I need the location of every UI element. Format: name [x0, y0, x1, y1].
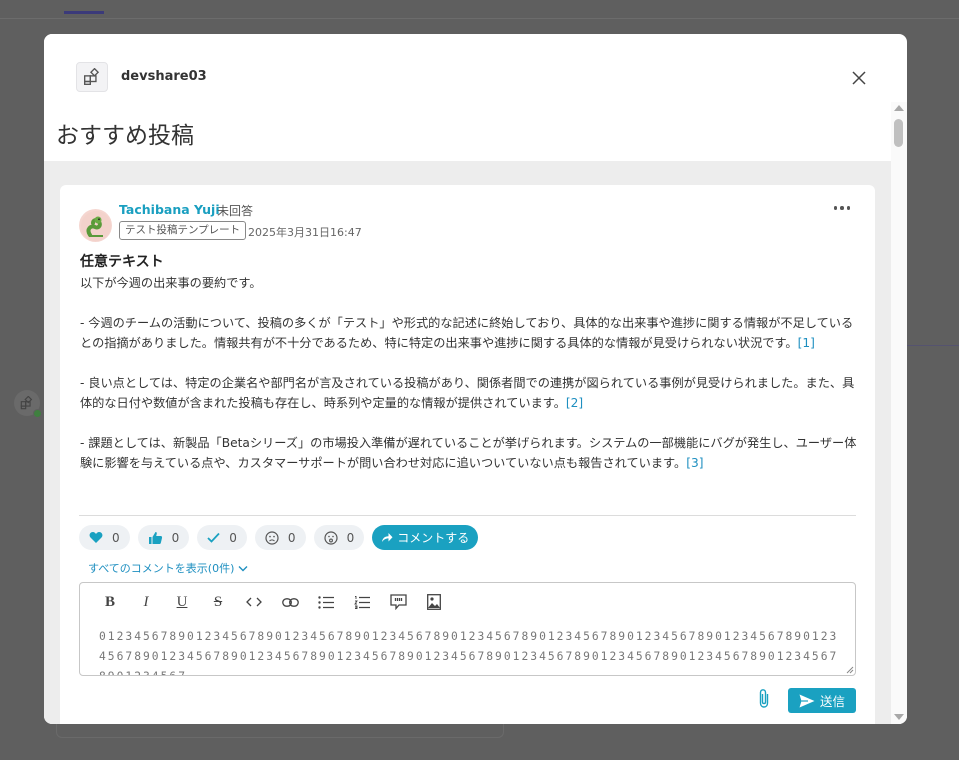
background-divider — [0, 18, 959, 19]
surprised-face-icon — [323, 530, 338, 545]
bold-button[interactable]: B — [92, 593, 128, 611]
show-comments-label: すべてのコメントを表示(0件) — [88, 562, 235, 575]
reply-arrow-icon — [382, 533, 393, 542]
chevron-down-icon — [238, 565, 248, 571]
send-button[interactable]: 送信 — [788, 688, 856, 713]
modal-header: devshare03 おすすめ投稿 — [44, 34, 891, 161]
close-icon — [852, 71, 866, 85]
underline-icon: U — [176, 593, 188, 610]
reaction-like-button[interactable]: 0 — [137, 525, 190, 550]
citation-link[interactable]: [2] — [566, 396, 583, 410]
reaction-heart-button[interactable]: 0 — [79, 525, 130, 550]
post-body: 任意テキスト 以下が今週の出来事の要約です。 - 今週のチームの活動について、投… — [80, 252, 860, 473]
image-button[interactable] — [416, 593, 452, 611]
more-icon-dot — [840, 206, 844, 210]
code-icon — [246, 597, 262, 607]
thumbs-up-icon — [148, 531, 162, 544]
strikethrough-icon: S — [213, 593, 223, 610]
scroll-up-arrow-icon[interactable] — [894, 105, 904, 111]
post-divider — [79, 515, 856, 516]
quote-button[interactable] — [380, 593, 416, 611]
workspace-icon — [76, 62, 108, 92]
post-card: Tachibana Yuji 未回答 テスト投稿テンプレート 2025年3月31… — [60, 185, 875, 724]
post-status: 未回答 — [217, 204, 254, 218]
reaction-sad-button[interactable]: 0 — [254, 525, 306, 550]
comment-editor: B I U S 01234567890123456789012345678901… — [79, 582, 856, 676]
bullet-list-icon — [317, 595, 334, 609]
send-icon — [799, 694, 815, 707]
more-icon-dot — [846, 206, 851, 210]
italic-button[interactable]: I — [128, 593, 164, 611]
post-timestamp: 2025年3月31日16:47 — [248, 226, 362, 239]
more-options-button[interactable] — [832, 201, 852, 215]
quote-icon — [389, 594, 407, 610]
show-all-comments-link[interactable]: すべてのコメントを表示(0件) — [88, 560, 248, 576]
heart-icon — [89, 532, 103, 543]
post-heading: 任意テキスト — [80, 254, 164, 270]
link-icon — [281, 597, 299, 607]
more-icon-dot — [833, 206, 838, 210]
post-intro: 以下が今週の出来事の要約です。 — [80, 276, 262, 290]
numbered-list-icon — [353, 595, 370, 609]
background-tab-indicator — [64, 11, 104, 14]
editor-toolbar: B I U S — [92, 593, 452, 611]
sad-face-icon — [265, 530, 279, 545]
comment-text-area[interactable]: 0123456789012345678901234567890123456789… — [99, 627, 839, 675]
paragraph-text: - 課題としては、新製品「Betaシリーズ」の市場投入準備が遅れていることが挙げ… — [80, 436, 857, 470]
recommended-posts-modal: devshare03 おすすめ投稿 Tachibana Yuji 未回答 テスト… — [44, 34, 907, 724]
code-button[interactable] — [236, 593, 272, 611]
post-paragraph: - 課題としては、新製品「Betaシリーズ」の市場投入準備が遅れていることが挙げ… — [80, 433, 860, 473]
paragraph-text: - 今週のチームの活動について、投稿の多くが「テスト」や形式的な記述に終始してお… — [80, 316, 854, 350]
strikethrough-button[interactable]: S — [200, 593, 236, 611]
reaction-count: 0 — [171, 530, 180, 545]
bullet-list-button[interactable] — [308, 593, 344, 611]
citation-link[interactable]: [3] — [686, 456, 703, 470]
citation-link[interactable]: [1] — [798, 336, 815, 350]
reaction-surprised-button[interactable]: 0 — [313, 525, 365, 550]
posts-scroll-area[interactable]: Tachibana Yuji 未回答 テスト投稿テンプレート 2025年3月31… — [44, 161, 891, 724]
reaction-count: 0 — [229, 530, 237, 545]
link-button[interactable] — [272, 593, 308, 611]
post-author[interactable]: Tachibana Yuji — [119, 202, 220, 217]
paperclip-icon — [759, 689, 769, 708]
scrollbar-thumb[interactable] — [894, 119, 903, 147]
attach-file-button[interactable] — [757, 688, 775, 710]
resize-handle-icon[interactable] — [846, 666, 854, 674]
check-icon — [207, 532, 220, 543]
reaction-count: 0 — [287, 530, 296, 545]
post-template-tag: テスト投稿テンプレート — [119, 221, 247, 240]
post-paragraph: - 今週のチームの活動について、投稿の多くが「テスト」や形式的な記述に終始してお… — [80, 313, 860, 353]
reaction-count: 0 — [112, 530, 120, 545]
close-button[interactable] — [848, 67, 870, 89]
background-workspace-icon — [14, 390, 42, 418]
reaction-check-button[interactable]: 0 — [197, 525, 247, 550]
workspace-name: devshare03 — [121, 69, 207, 84]
image-icon — [427, 594, 441, 610]
background-divider — [906, 345, 959, 346]
comment-button-label: コメントする — [397, 531, 470, 545]
reaction-bar: 0 0 0 0 0 コメントする — [79, 525, 479, 550]
avatar[interactable] — [79, 209, 112, 242]
underline-button[interactable]: U — [164, 593, 200, 611]
reaction-count: 0 — [346, 530, 355, 545]
paragraph-text: - 良い点としては、特定の企業名や部門名が言及されている投稿があり、関係者間での… — [80, 376, 855, 410]
comment-button[interactable]: コメントする — [372, 525, 479, 550]
modal-title: おすすめ投稿 — [56, 123, 194, 149]
numbered-list-button[interactable] — [344, 593, 380, 611]
online-status-dot — [33, 409, 42, 418]
scrollbar[interactable] — [891, 102, 907, 724]
post-paragraph: - 良い点としては、特定の企業名や部門名が言及されている投稿があり、関係者間での… — [80, 373, 860, 413]
send-button-label: 送信 — [819, 694, 845, 709]
italic-icon: I — [143, 593, 149, 610]
bold-icon: B — [104, 593, 115, 610]
scroll-down-arrow-icon[interactable] — [894, 714, 904, 720]
